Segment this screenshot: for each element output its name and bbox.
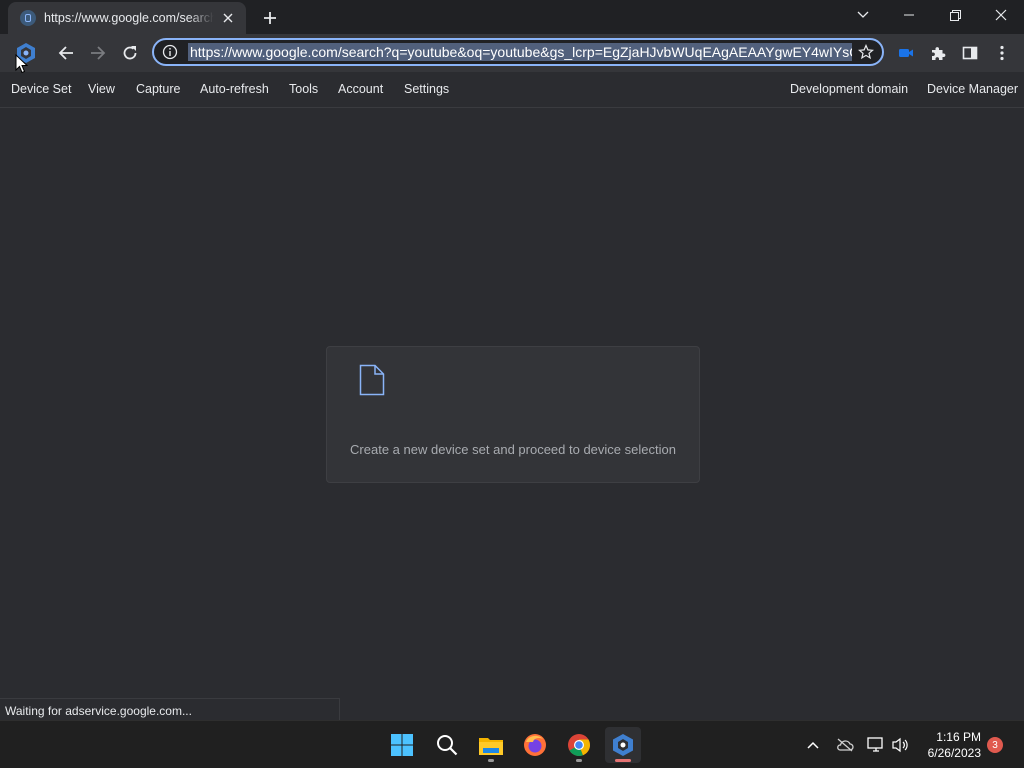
clock-time: 1:16 PM: [936, 730, 981, 744]
app-shield-icon[interactable]: [605, 727, 641, 763]
app-menu-bar: Device Set View Capture Auto-refresh Too…: [0, 72, 1024, 108]
forward-button[interactable]: [82, 37, 114, 69]
menu-account[interactable]: Account: [338, 82, 383, 96]
running-indicator: [576, 759, 582, 762]
close-window-button[interactable]: [978, 0, 1024, 30]
system-clock[interactable]: 1:16 PM 6/26/2023: [928, 729, 981, 761]
close-tab-icon[interactable]: [220, 10, 236, 26]
extensions-puzzle-icon[interactable]: [922, 37, 954, 69]
tab-title: https://www.google.com/search?q=youtube: [44, 11, 214, 25]
mouse-cursor-icon: [15, 53, 29, 74]
tab-search-icon[interactable]: [840, 0, 886, 30]
file-explorer-icon[interactable]: [473, 727, 509, 763]
windows-start-icon[interactable]: [384, 727, 420, 763]
menu-tools[interactable]: Tools: [289, 82, 318, 96]
new-tab-button[interactable]: [258, 6, 282, 30]
menu-development-domain[interactable]: Development domain: [790, 82, 908, 96]
restore-button[interactable]: [932, 0, 978, 30]
menu-device-set[interactable]: Device Set: [11, 82, 71, 96]
browser-toolbar: https://www.google.com/search?q=youtube&…: [0, 34, 1024, 72]
onedrive-offline-icon[interactable]: [835, 735, 855, 755]
empty-state-card[interactable]: Create a new device set and proceed to d…: [326, 346, 700, 483]
video-extension-icon[interactable]: [890, 37, 922, 69]
firefox-icon[interactable]: [517, 727, 553, 763]
browser-status-bar: Waiting for adservice.google.com...: [0, 698, 340, 720]
browser-tab-strip: https://www.google.com/search?q=youtube: [0, 0, 1024, 34]
empty-state-message: Create a new device set and proceed to d…: [350, 442, 676, 457]
browser-menu-icon[interactable]: [986, 37, 1018, 69]
chevron-up-icon[interactable]: [803, 735, 823, 755]
address-bar[interactable]: https://www.google.com/search?q=youtube&…: [152, 38, 884, 66]
side-panel-icon[interactable]: [954, 37, 986, 69]
reload-button[interactable]: [114, 37, 146, 69]
network-icon[interactable]: [866, 735, 886, 755]
volume-icon[interactable]: [890, 735, 910, 755]
menu-device-manager[interactable]: Device Manager: [927, 82, 1018, 96]
notification-badge[interactable]: 3: [987, 737, 1003, 753]
menu-view[interactable]: View: [88, 82, 115, 96]
menu-settings[interactable]: Settings: [404, 82, 449, 96]
chrome-icon[interactable]: [561, 727, 597, 763]
document-icon: [359, 364, 385, 396]
minimize-button[interactable]: [886, 0, 932, 30]
active-indicator: [615, 759, 631, 762]
menu-auto-refresh[interactable]: Auto-refresh: [200, 82, 269, 96]
main-content: Create a new device set and proceed to d…: [0, 108, 1024, 720]
site-info-icon[interactable]: [162, 44, 178, 60]
url-text[interactable]: https://www.google.com/search?q=youtube&…: [188, 43, 852, 61]
clock-date: 6/26/2023: [927, 746, 981, 760]
running-indicator: [488, 759, 494, 762]
search-icon[interactable]: [429, 727, 465, 763]
bookmark-star-icon[interactable]: [858, 43, 874, 60]
app-shield-icon: [20, 10, 36, 26]
menu-capture[interactable]: Capture: [136, 82, 180, 96]
windows-taskbar: 1:16 PM 6/26/2023 3: [0, 720, 1024, 768]
back-button[interactable]: [50, 37, 82, 69]
browser-tab[interactable]: https://www.google.com/search?q=youtube: [8, 2, 246, 34]
